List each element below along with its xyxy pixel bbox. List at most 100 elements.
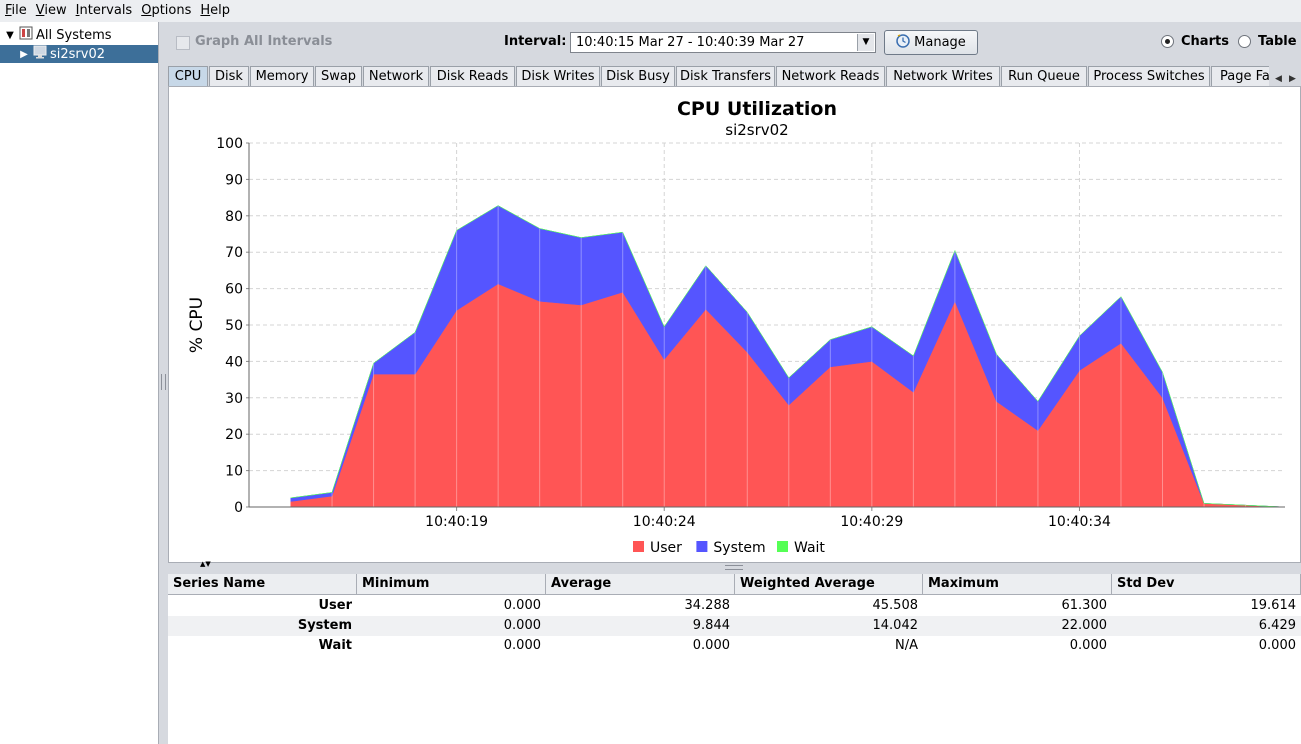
legend-swatch-system: [696, 541, 708, 552]
table-row[interactable]: System 0.000 9.844 14.042 22.000 6.429: [168, 616, 1301, 636]
tree-node-label: si2srv02: [50, 46, 106, 62]
tab-run-queue[interactable]: Run Queue: [1001, 66, 1087, 86]
cpu-utilization-chart: CPU Utilizationsi2srv02 0 10 20 30 40 50 60 70 80…: [187, 98, 1286, 556]
tab-page-faults[interactable]: Page Fa: [1211, 66, 1269, 86]
interval-value: 10:40:15 Mar 27 - 10:40:39 Mar 27: [576, 35, 805, 50]
menu-view-rest: iew: [44, 3, 67, 18]
tab-label: Disk Writes: [521, 69, 595, 84]
tab-network-reads[interactable]: Network Reads: [776, 66, 885, 86]
cell-weighted-average: N/A: [895, 638, 918, 653]
tab-disk-transfers[interactable]: Disk Transfers: [676, 66, 775, 86]
stats-table-header: Series Name Minimum Average Weighted Ave…: [168, 574, 1301, 595]
tab-label: Disk Reads: [436, 69, 509, 84]
cell-maximum: 22.000: [1061, 618, 1108, 633]
menu-help-rest: elp: [210, 3, 231, 18]
column-header-std-dev[interactable]: Std Dev: [1112, 574, 1301, 594]
menu-view[interactable]: View: [31, 0, 71, 22]
graph-all-intervals-checkbox[interactable]: [176, 36, 190, 50]
tree-node-si2srv02[interactable]: ▶ si2srv02: [0, 45, 158, 63]
server-monitor-icon: [33, 45, 47, 63]
interval-select[interactable]: 10:40:15 Mar 27 - 10:40:39 Mar 27 ▼: [570, 32, 876, 53]
chevron-down-icon[interactable]: ▼: [857, 34, 874, 51]
manage-button[interactable]: Manage: [884, 30, 978, 55]
legend-label-system: System: [713, 540, 765, 556]
splitter-grip-icon[interactable]: [161, 374, 166, 390]
systems-group-icon: [19, 26, 33, 44]
tab-label: CPU: [174, 69, 202, 84]
tab-network[interactable]: Network: [363, 66, 429, 86]
menu-bar: File View Intervals Options Help: [0, 0, 1301, 22]
horizontal-splitter[interactable]: ▲▼: [168, 560, 1301, 571]
cell-weighted-average: 14.042: [872, 618, 919, 633]
splitter-grip-icon[interactable]: [725, 565, 743, 570]
y-tick-label: 60: [225, 282, 243, 298]
tab-disk-busy[interactable]: Disk Busy: [601, 66, 675, 86]
tab-label: Network: [368, 69, 424, 84]
collapse-arrows-icon[interactable]: ▲▼: [200, 560, 211, 568]
tab-label: Network Writes: [893, 69, 993, 84]
column-header-maximum[interactable]: Maximum: [923, 574, 1112, 594]
tab-network-writes[interactable]: Network Writes: [886, 66, 1000, 86]
column-header-average[interactable]: Average: [546, 574, 735, 594]
collapsed-triangle-icon[interactable]: ▶: [18, 49, 30, 60]
cell-std-dev: 19.614: [1250, 598, 1297, 613]
table-radio-label: Table: [1258, 34, 1297, 49]
toolbar: Graph All Intervals Interval: 10:40:15 M…: [168, 22, 1301, 64]
tab-memory[interactable]: Memory: [250, 66, 314, 86]
cell-average: 0.000: [692, 638, 730, 653]
tab-disk[interactable]: Disk: [209, 66, 249, 86]
tab-label: Network Reads: [781, 69, 880, 84]
x-tick-label: 10:40:29: [840, 514, 903, 530]
cell-minimum: 0.000: [503, 638, 541, 653]
tab-label: Process Switches: [1093, 69, 1205, 84]
column-header-weighted-average[interactable]: Weighted Average: [735, 574, 923, 594]
chart-panel: CPU Utilization si2srv02 0 10 20 30 40 50 60 70 80…: [168, 86, 1301, 563]
x-tick-label: 10:40:24: [633, 514, 696, 530]
tab-scroll-left-icon[interactable]: ◀: [1275, 74, 1282, 84]
cell-series-name: Wait: [318, 638, 352, 653]
y-tick-label: 100: [216, 136, 243, 152]
column-header-series-name[interactable]: Series Name: [168, 574, 357, 594]
tab-swap[interactable]: Swap: [315, 66, 362, 86]
tab-process-switches[interactable]: Process Switches: [1088, 66, 1210, 86]
menu-options-rest: ptions: [151, 3, 192, 18]
clock-icon: [896, 33, 910, 52]
menu-file[interactable]: File: [0, 0, 31, 22]
tree-node-all-systems[interactable]: ▼ All Systems: [4, 26, 112, 44]
column-header-minimum[interactable]: Minimum: [357, 574, 546, 594]
table-radio[interactable]: [1238, 35, 1251, 48]
metric-tabs: CPU Disk Memory Swap Network Disk Reads …: [168, 64, 1269, 87]
charts-radio[interactable]: [1161, 35, 1174, 48]
interval-label: Interval:: [504, 34, 567, 49]
tab-label: Disk Transfers: [679, 69, 772, 84]
stats-table: Series Name Minimum Average Weighted Ave…: [168, 574, 1301, 744]
y-tick-label: 40: [225, 354, 243, 370]
table-row[interactable]: Wait 0.000 0.000 N/A 0.000 0.000: [168, 636, 1301, 656]
tab-cpu[interactable]: CPU: [168, 66, 208, 86]
tab-scroll-right-icon[interactable]: ▶: [1289, 74, 1296, 84]
cell-std-dev: 6.429: [1258, 618, 1296, 633]
tab-label: Page Fa: [1220, 69, 1269, 84]
manage-button-label: Manage: [914, 35, 966, 50]
menu-intervals[interactable]: Intervals: [71, 0, 137, 22]
tab-disk-reads[interactable]: Disk Reads: [430, 66, 515, 86]
tab-disk-writes[interactable]: Disk Writes: [516, 66, 600, 86]
systems-tree: ▼ All Systems ▶ si2srv02: [0, 22, 159, 744]
legend-label-user: User: [650, 540, 682, 556]
chart-title: CPU Utilization: [677, 98, 837, 120]
y-tick-label: 90: [225, 172, 243, 188]
cell-std-dev: 0.000: [1258, 638, 1296, 653]
table-row[interactable]: User 0.000 34.288 45.508 61.300 19.614: [168, 596, 1301, 616]
cell-minimum: 0.000: [503, 618, 541, 633]
tab-label: Swap: [320, 69, 357, 84]
y-tick-label: 50: [225, 318, 243, 334]
menu-options[interactable]: Options: [136, 0, 195, 22]
expanded-triangle-icon[interactable]: ▼: [4, 30, 16, 41]
y-tick-label: 10: [225, 464, 243, 480]
menu-help[interactable]: Help: [195, 0, 234, 22]
y-tick-label: 20: [225, 427, 243, 443]
tab-label: Run Queue: [1008, 69, 1080, 84]
y-tick-label: 30: [225, 391, 243, 407]
charts-radio-label: Charts: [1181, 34, 1229, 49]
y-axis-label: % CPU: [187, 297, 207, 353]
